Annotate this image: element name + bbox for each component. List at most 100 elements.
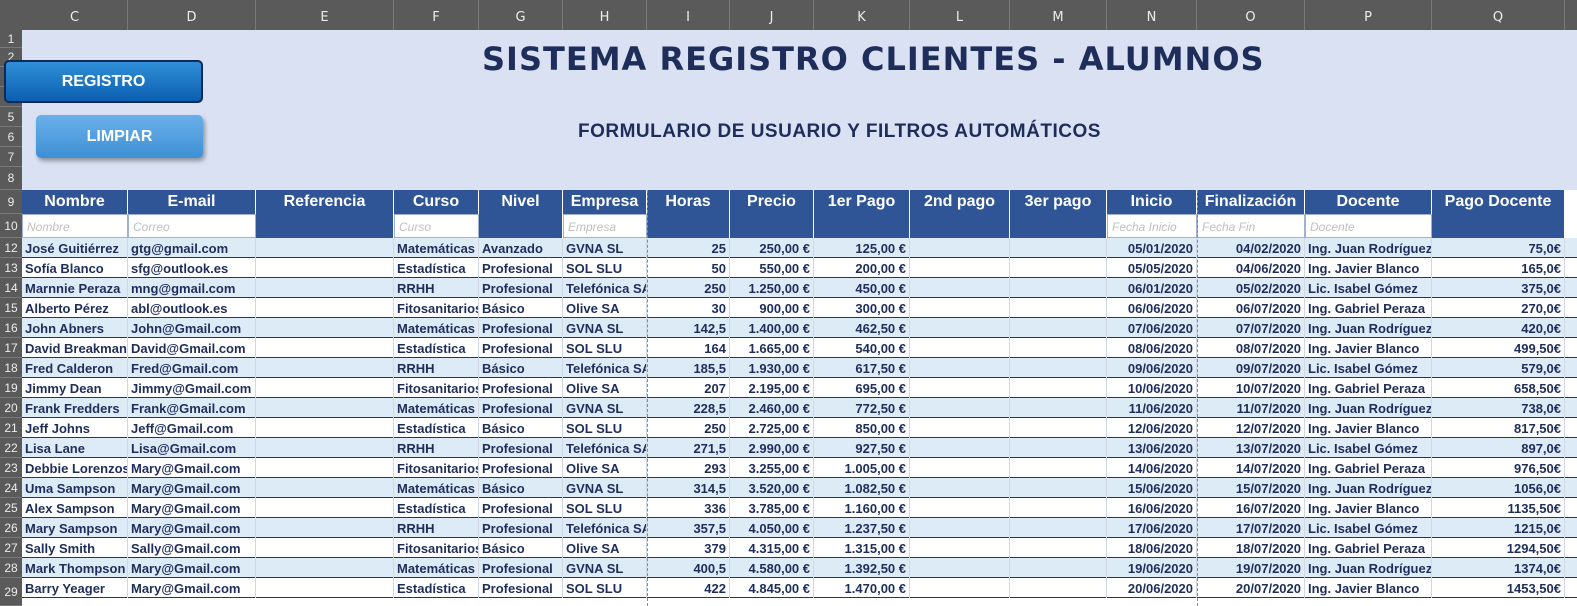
- table-cell[interactable]: 18/06/2020: [1107, 538, 1197, 558]
- table-cell[interactable]: Profesional: [479, 458, 563, 478]
- table-cell[interactable]: Profesional: [479, 258, 563, 278]
- table-cell[interactable]: John Abners: [22, 318, 128, 338]
- table-cell[interactable]: 375,0€: [1432, 278, 1565, 298]
- row-number[interactable]: 8: [0, 167, 22, 190]
- filter-input[interactable]: Nombre: [22, 214, 128, 238]
- table-cell[interactable]: 15/07/2020: [1197, 478, 1305, 498]
- table-cell[interactable]: 08/06/2020: [1107, 338, 1197, 358]
- row-number[interactable]: 26: [0, 518, 22, 538]
- table-cell[interactable]: Ing. Juan Rodríguez: [1305, 398, 1432, 418]
- table-cell[interactable]: 20/07/2020: [1197, 578, 1305, 598]
- table-cell[interactable]: 1215,0€: [1432, 518, 1565, 538]
- row-number[interactable]: 1: [0, 30, 22, 48]
- table-cell[interactable]: 18/07/2020: [1197, 538, 1305, 558]
- table-cell[interactable]: SOL SLU: [563, 418, 647, 438]
- table-cell[interactable]: Profesional: [479, 438, 563, 458]
- table-cell[interactable]: 336: [647, 498, 730, 518]
- row-number[interactable]: 14: [0, 278, 22, 298]
- table-cell[interactable]: 850,00 €: [814, 418, 910, 438]
- table-cell[interactable]: Lic. Isabel Gómez: [1305, 438, 1432, 458]
- table-cell[interactable]: 1.400,00 €: [730, 318, 814, 338]
- table-cell[interactable]: [910, 298, 1010, 318]
- table-cell[interactable]: SOL SLU: [563, 258, 647, 278]
- table-cell[interactable]: Telefónica SA: [563, 278, 647, 298]
- table-cell[interactable]: 900,00 €: [730, 298, 814, 318]
- filter-input[interactable]: Empresa: [563, 214, 647, 238]
- table-cell[interactable]: 16/06/2020: [1107, 498, 1197, 518]
- table-cell[interactable]: 75,0€: [1432, 238, 1565, 258]
- table-cell[interactable]: [1010, 378, 1107, 398]
- table-cell[interactable]: 550,00 €: [730, 258, 814, 278]
- row-number[interactable]: 21: [0, 418, 22, 438]
- table-cell[interactable]: Sofía Blanco: [22, 258, 128, 278]
- table-cell[interactable]: Ing. Juan Rodríguez: [1305, 318, 1432, 338]
- table-cell[interactable]: Frank@Gmail.com: [128, 398, 256, 418]
- table-cell[interactable]: sfg@outlook.es: [128, 258, 256, 278]
- table-cell[interactable]: Ing. Javier Blanco: [1305, 418, 1432, 438]
- table-cell[interactable]: [910, 258, 1010, 278]
- table-cell[interactable]: 1.005,00 €: [814, 458, 910, 478]
- table-cell[interactable]: 14/06/2020: [1107, 458, 1197, 478]
- filter-input[interactable]: Correo: [128, 214, 256, 238]
- row-number[interactable]: 20: [0, 398, 22, 418]
- table-cell[interactable]: Jeff Johns: [22, 418, 128, 438]
- table-cell[interactable]: Ing. Gabriel Peraza: [1305, 298, 1432, 318]
- table-cell[interactable]: 3.520,00 €: [730, 478, 814, 498]
- table-cell[interactable]: [256, 318, 394, 338]
- table-cell[interactable]: Profesional: [479, 498, 563, 518]
- table-cell[interactable]: [910, 578, 1010, 598]
- table-header[interactable]: Curso: [394, 190, 479, 214]
- table-cell[interactable]: 579,0€: [1432, 358, 1565, 378]
- row-number[interactable]: 29: [0, 578, 22, 606]
- column-letter[interactable]: N: [1107, 0, 1197, 30]
- table-cell[interactable]: [256, 298, 394, 318]
- table-cell[interactable]: Lic. Isabel Gómez: [1305, 518, 1432, 538]
- table-cell[interactable]: RRHH: [394, 278, 479, 298]
- table-cell[interactable]: 164: [647, 338, 730, 358]
- table-cell[interactable]: Profesional: [479, 558, 563, 578]
- table-header[interactable]: Pago Docente: [1432, 190, 1565, 214]
- table-cell[interactable]: Fred Calderon: [22, 358, 128, 378]
- table-cell[interactable]: 1.250,00 €: [730, 278, 814, 298]
- table-cell[interactable]: 2.990,00 €: [730, 438, 814, 458]
- row-number[interactable]: 23: [0, 458, 22, 478]
- table-cell[interactable]: 1.930,00 €: [730, 358, 814, 378]
- table-cell[interactable]: Profesional: [479, 338, 563, 358]
- table-cell[interactable]: RRHH: [394, 518, 479, 538]
- column-letter[interactable]: L: [910, 0, 1010, 30]
- row-number[interactable]: 19: [0, 378, 22, 398]
- table-cell[interactable]: [910, 558, 1010, 578]
- table-cell[interactable]: Ing. Gabriel Peraza: [1305, 378, 1432, 398]
- table-cell[interactable]: Mary@Gmail.com: [128, 458, 256, 478]
- table-cell[interactable]: Profesional: [479, 318, 563, 338]
- table-cell[interactable]: 1.665,00 €: [730, 338, 814, 358]
- table-cell[interactable]: 09/06/2020: [1107, 358, 1197, 378]
- table-cell[interactable]: 13/06/2020: [1107, 438, 1197, 458]
- table-cell[interactable]: SOL SLU: [563, 338, 647, 358]
- table-cell[interactable]: David Breakman: [22, 338, 128, 358]
- table-cell[interactable]: [1010, 318, 1107, 338]
- table-cell[interactable]: [256, 578, 394, 598]
- table-cell[interactable]: 976,50€: [1432, 458, 1565, 478]
- table-cell[interactable]: 540,00 €: [814, 338, 910, 358]
- table-header[interactable]: Referencia: [256, 190, 394, 214]
- table-cell[interactable]: 19/07/2020: [1197, 558, 1305, 578]
- table-cell[interactable]: [1010, 478, 1107, 498]
- table-cell[interactable]: GVNA SL: [563, 478, 647, 498]
- table-cell[interactable]: [1010, 238, 1107, 258]
- table-cell[interactable]: Mary@Gmail.com: [128, 498, 256, 518]
- table-cell[interactable]: 2.195,00 €: [730, 378, 814, 398]
- table-cell[interactable]: GVNA SL: [563, 318, 647, 338]
- table-cell[interactable]: 400,5: [647, 558, 730, 578]
- table-cell[interactable]: 617,50 €: [814, 358, 910, 378]
- table-cell[interactable]: 11/06/2020: [1107, 398, 1197, 418]
- table-cell[interactable]: 379: [647, 538, 730, 558]
- table-cell[interactable]: David@Gmail.com: [128, 338, 256, 358]
- column-letter[interactable]: J: [730, 0, 814, 30]
- table-cell[interactable]: 420,0€: [1432, 318, 1565, 338]
- table-cell[interactable]: Mark Thompson: [22, 558, 128, 578]
- table-cell[interactable]: Ing. Juan Rodríguez: [1305, 238, 1432, 258]
- table-cell[interactable]: 200,00 €: [814, 258, 910, 278]
- table-cell[interactable]: 1453,50€: [1432, 578, 1565, 598]
- table-cell[interactable]: Básico: [479, 298, 563, 318]
